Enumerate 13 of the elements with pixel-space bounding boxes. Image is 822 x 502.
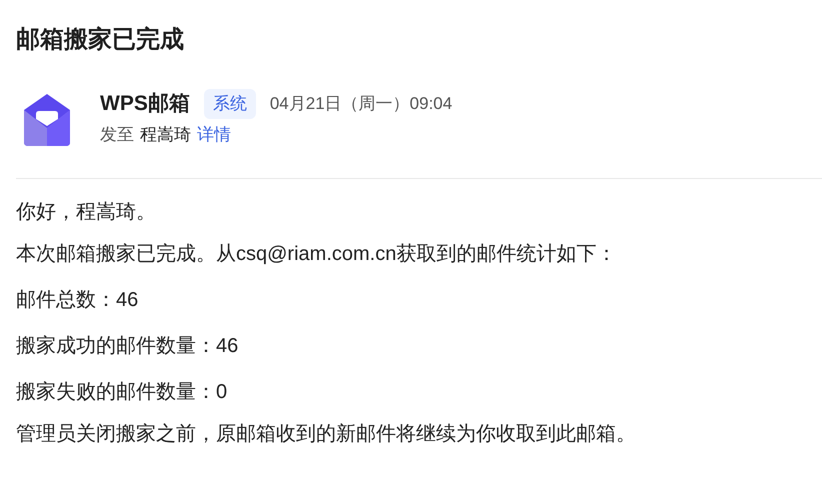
body-text: 搬家失败的邮件数量：0	[16, 380, 228, 405]
sender-tag: 系统	[204, 89, 256, 119]
body-text: 搬家成功的邮件数量：46	[16, 334, 240, 359]
sender-name: WPS邮箱	[100, 91, 190, 117]
body-text: 管理员关闭搬家之前，原邮箱收到的新邮件将继续为你收取到此邮箱。	[16, 422, 637, 447]
details-link[interactable]: 详情	[197, 122, 231, 148]
recipient-name: 程嵩琦	[140, 124, 191, 146]
email-subject: 邮箱搬家已完成	[16, 25, 185, 55]
body-text: 邮件总数：46	[16, 288, 140, 313]
send-date: 04月21日（周一）09:04	[270, 93, 452, 116]
recipient-prefix: 发至	[100, 124, 134, 146]
body-text: 本次邮箱搬家已完成。从csq@riam.com.cn获取到的邮件统计如下：	[16, 242, 618, 267]
body-text: 你好，程嵩琦。	[16, 200, 157, 225]
